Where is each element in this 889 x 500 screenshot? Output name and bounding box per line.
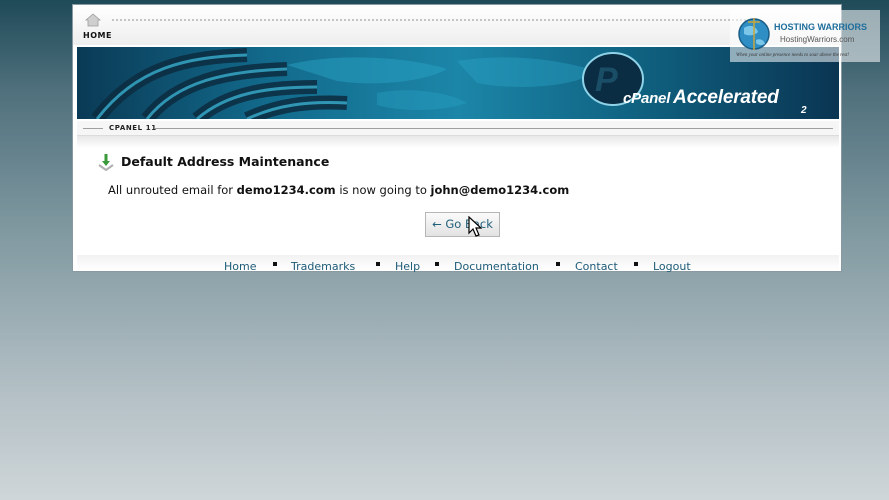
download-arrow-icon	[98, 154, 114, 171]
footer-separator	[376, 262, 380, 266]
watermark-title: HOSTING WARRIORS	[774, 22, 868, 32]
cpanel-logo-text: cPanel Accelerated	[623, 87, 779, 108]
footer-separator	[435, 262, 439, 266]
status-message: All unrouted email for demo1234.com is n…	[108, 183, 569, 197]
footer-link-trademarks[interactable]: Trademarks	[291, 260, 355, 273]
go-back-button[interactable]: ← Go Back	[425, 212, 500, 237]
footer-link-contact[interactable]: Contact	[575, 260, 618, 273]
watermark-tagline: When your online presence needs to soar …	[736, 53, 850, 58]
version-bar: CPANEL 11	[77, 121, 839, 136]
target-address: john@demo1234.com	[430, 183, 570, 197]
cpanel-banner: P cPanel Accelerated 2	[77, 47, 839, 119]
page-title: Default Address Maintenance	[121, 154, 330, 169]
domain-name: demo1234.com	[236, 183, 336, 197]
message-prefix: All unrouted email for	[108, 183, 237, 197]
cpanel-window: HOME P cPanel Accelerated 2 CPANEL 11 De…	[72, 4, 842, 273]
mouse-cursor-icon	[468, 216, 482, 237]
message-middle: is now going to	[335, 183, 431, 197]
home-icon[interactable]	[85, 13, 101, 27]
version-label: CPANEL 11	[109, 124, 157, 132]
footer-link-home[interactable]: Home	[224, 260, 256, 273]
footer-separator	[634, 262, 638, 266]
watermark-site: HostingWarriors.com	[780, 35, 855, 44]
version-mark: 2	[801, 105, 807, 116]
hosting-warriors-watermark: HOSTING WARRIORS HostingWarriors.com Whe…	[730, 10, 880, 62]
footer-link-help[interactable]: Help	[395, 260, 420, 273]
top-navigation: HOME	[73, 5, 841, 45]
footer-separator	[273, 262, 277, 266]
footer-separator	[556, 262, 560, 266]
globe-icon	[738, 18, 770, 50]
svg-text:P: P	[595, 61, 618, 99]
footer-link-documentation[interactable]: Documentation	[454, 260, 539, 273]
content-shadow	[77, 136, 839, 148]
nav-home-link[interactable]: HOME	[83, 31, 112, 40]
dotted-divider	[111, 18, 751, 22]
footer-link-logout[interactable]: Logout	[653, 260, 691, 273]
